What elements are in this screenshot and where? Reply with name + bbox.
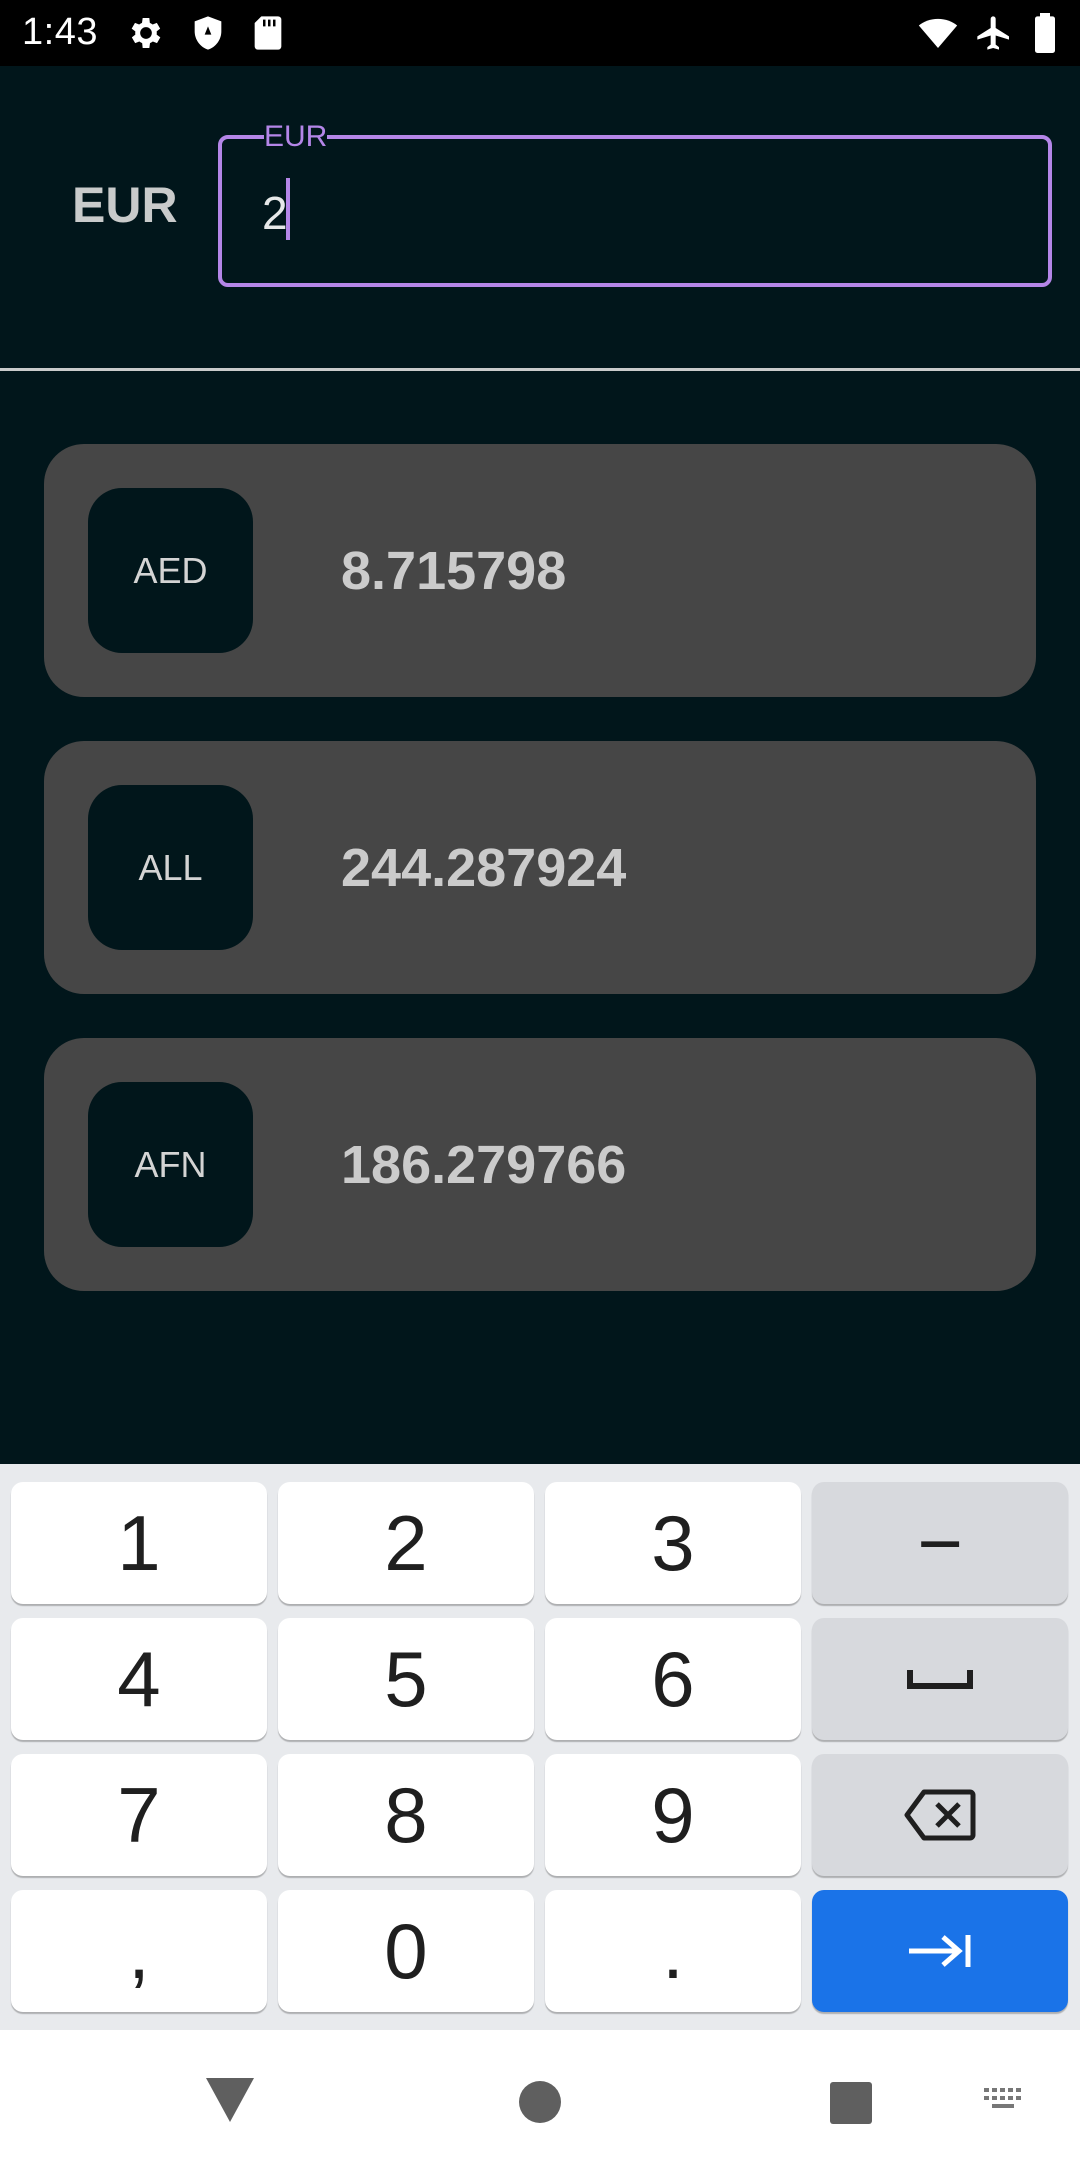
key-2[interactable]: 2 <box>278 1482 534 1604</box>
converted-value: 8.715798 <box>341 541 567 601</box>
home-icon[interactable] <box>510 2070 570 2130</box>
currency-code-badge: AFN <box>88 1082 253 1247</box>
key-3[interactable]: 3 <box>545 1482 801 1604</box>
text-cursor <box>286 178 290 240</box>
key-1[interactable]: 1 <box>11 1482 267 1604</box>
key-backspace[interactable] <box>812 1754 1068 1876</box>
system-nav-bar <box>0 2030 1080 2160</box>
sd-card-icon <box>248 13 288 53</box>
converted-value: 244.287924 <box>341 838 627 898</box>
key-period[interactable]: . <box>545 1890 801 2012</box>
header-divider <box>0 368 1080 371</box>
key-0[interactable]: 0 <box>278 1890 534 2012</box>
currency-code-badge: AED <box>88 488 253 653</box>
battery-icon <box>1030 13 1060 53</box>
currency-card[interactable]: AFN 186.279766 <box>44 1038 1036 1291</box>
amount-input[interactable] <box>218 135 1052 287</box>
status-time: 1:43 <box>22 11 98 53</box>
airplane-icon <box>974 13 1014 53</box>
key-4[interactable]: 4 <box>11 1618 267 1740</box>
tab-next-icon <box>907 1931 973 1971</box>
recents-icon[interactable] <box>820 2070 880 2130</box>
key-minus[interactable]: − <box>812 1482 1068 1604</box>
space-icon <box>905 1664 975 1694</box>
key-space[interactable] <box>812 1618 1068 1740</box>
status-bar: 1:43 <box>0 0 1080 66</box>
back-icon[interactable] <box>200 2070 260 2130</box>
keyboard-switch-icon[interactable] <box>980 2070 1030 2130</box>
key-9[interactable]: 9 <box>545 1754 801 1876</box>
amount-input-label: EUR <box>264 120 328 154</box>
numeric-keyboard: 1 2 3 − 4 5 6 7 8 9 , 0 . <box>0 1464 1080 2030</box>
currency-code-badge: ALL <box>88 785 253 950</box>
key-5[interactable]: 5 <box>278 1618 534 1740</box>
key-next[interactable] <box>812 1890 1068 2012</box>
key-7[interactable]: 7 <box>11 1754 267 1876</box>
backspace-icon <box>904 1788 976 1842</box>
gear-icon <box>126 13 166 53</box>
shield-icon <box>188 13 228 53</box>
key-6[interactable]: 6 <box>545 1618 801 1740</box>
wifi-icon <box>916 13 960 53</box>
key-comma[interactable]: , <box>11 1890 267 2012</box>
amount-input-value[interactable]: 2 <box>262 186 288 240</box>
converted-value: 186.279766 <box>341 1135 627 1195</box>
base-currency-code: EUR <box>72 177 178 233</box>
key-8[interactable]: 8 <box>278 1754 534 1876</box>
currency-card[interactable]: AED 8.715798 <box>44 444 1036 697</box>
currency-card[interactable]: ALL 244.287924 <box>44 741 1036 994</box>
